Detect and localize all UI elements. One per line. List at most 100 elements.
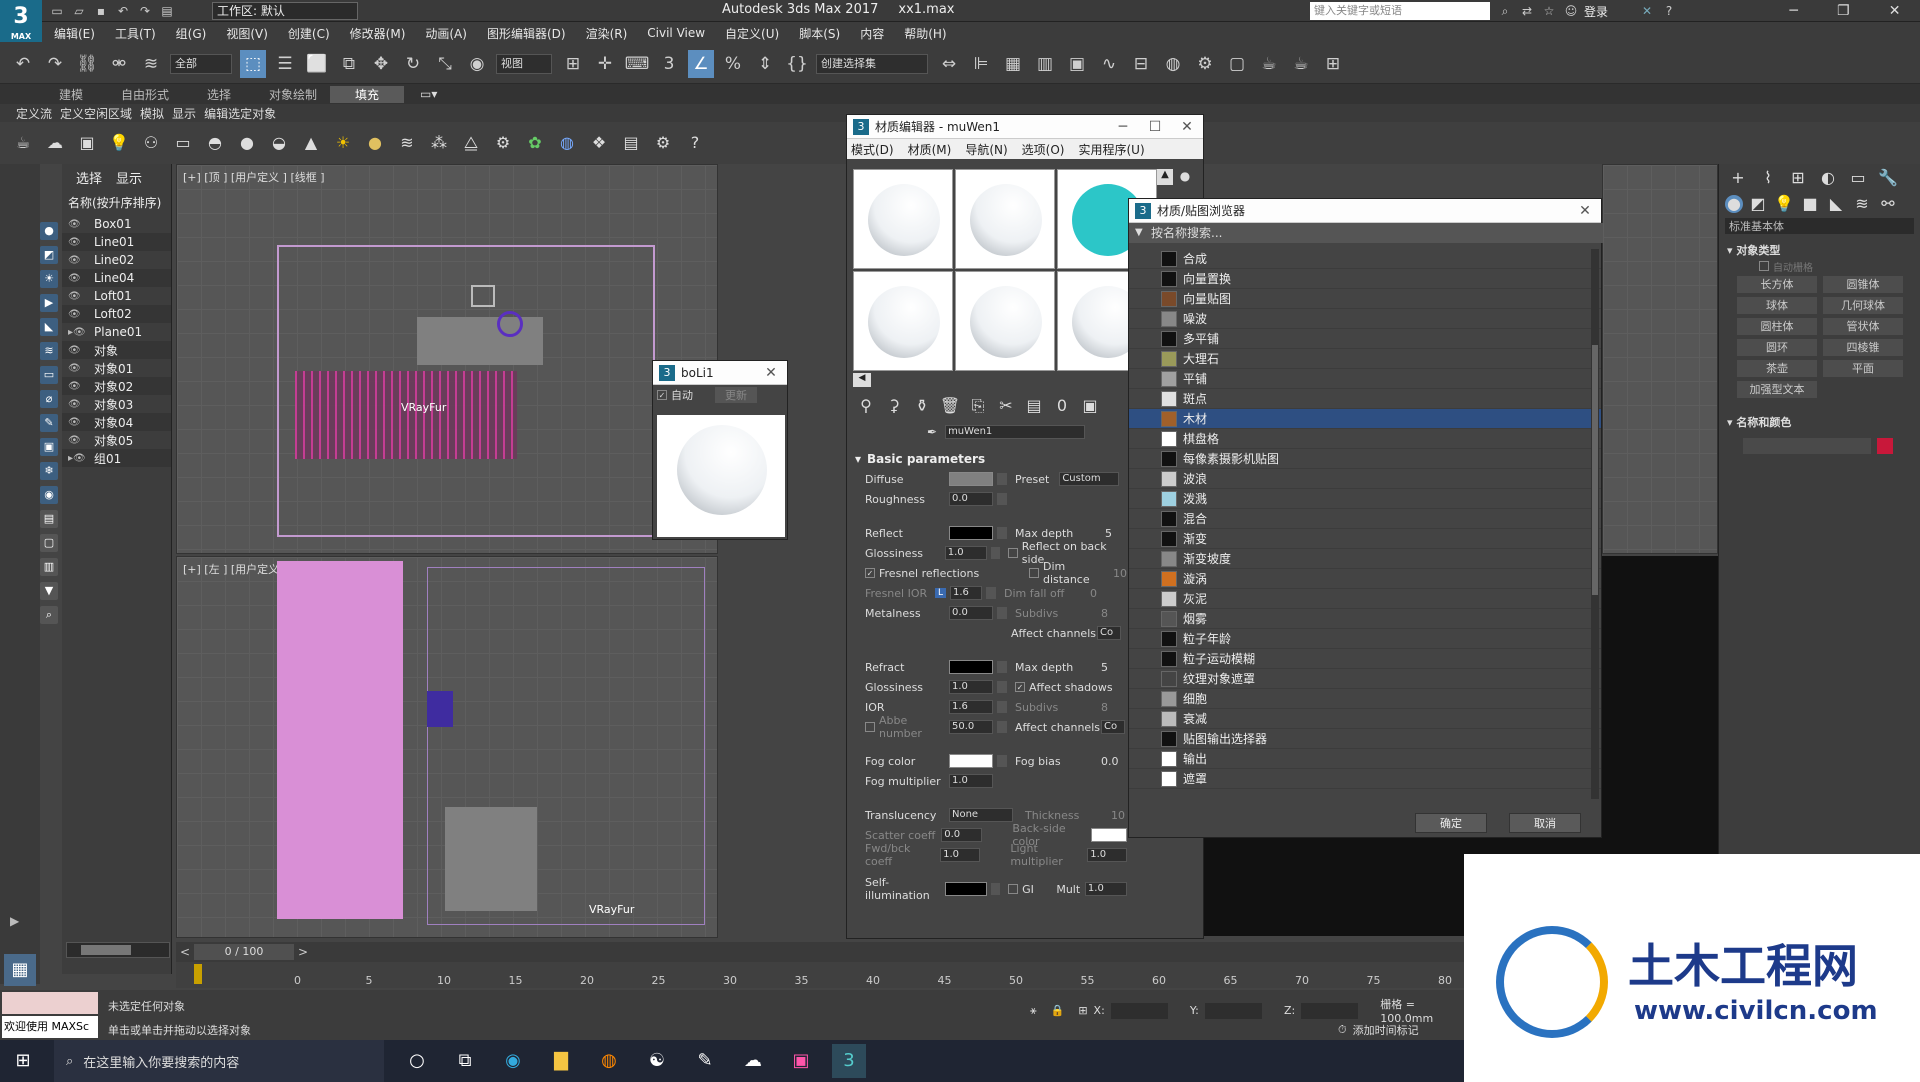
ribbon-tab-object-paint[interactable]: 对象绘制 bbox=[256, 86, 330, 103]
ok-button[interactable]: 确定 bbox=[1415, 813, 1487, 833]
window-crossing-icon[interactable]: ⧉ bbox=[336, 50, 362, 78]
display-all-icon[interactable]: ▤ bbox=[40, 510, 58, 528]
teapot-button[interactable]: 茶壶 bbox=[1737, 360, 1817, 377]
lights-category-icon[interactable]: 💡 bbox=[1773, 193, 1795, 215]
invert-icon[interactable]: ▥ bbox=[40, 558, 58, 576]
display-tab-icon[interactable]: ▭ bbox=[1847, 167, 1869, 189]
ribbon-tab-modeling[interactable]: 建模 bbox=[34, 86, 108, 103]
list-item[interactable]: 遮罩 bbox=[1129, 769, 1601, 789]
maximize-icon[interactable]: ❐ bbox=[1837, 3, 1850, 19]
eye-icon[interactable]: 👁 bbox=[68, 237, 94, 248]
maximize-icon[interactable]: ☐ bbox=[1139, 119, 1171, 135]
eye-icon[interactable]: 👁 bbox=[68, 363, 94, 374]
prev-frame-icon[interactable]: < bbox=[176, 945, 194, 959]
minimize-icon[interactable]: ─ bbox=[1107, 119, 1139, 135]
x-coordinate-field[interactable] bbox=[1110, 1002, 1168, 1019]
eye-icon[interactable]: 👁 bbox=[68, 399, 94, 410]
list-item[interactable]: 衰减 bbox=[1129, 709, 1601, 729]
timeline-track[interactable]: 0510152025303540455055606570758085 bbox=[176, 962, 1524, 988]
scene-scrollbar[interactable] bbox=[66, 942, 170, 958]
eye-icon[interactable]: 👁 bbox=[68, 417, 94, 428]
eye-icon[interactable]: 👁 bbox=[68, 291, 94, 302]
list-item[interactable]: 👁 Loft02 bbox=[62, 305, 171, 323]
refract-map-button[interactable] bbox=[997, 661, 1007, 673]
sample-slot[interactable] bbox=[853, 271, 953, 371]
maxscript-listener[interactable] bbox=[2, 992, 98, 1014]
cameras-filter-icon[interactable]: ▶ bbox=[40, 294, 58, 312]
eye-icon[interactable]: ▸👁 bbox=[68, 327, 94, 338]
section-header[interactable]: ▾ Basic parameters bbox=[847, 449, 1127, 469]
put-to-library-icon[interactable]: ▤ bbox=[1023, 395, 1045, 417]
eyedropper-icon[interactable]: ✒ bbox=[927, 425, 937, 439]
update-button[interactable]: 更新 bbox=[715, 387, 757, 403]
undo-icon[interactable]: ↶ bbox=[10, 50, 36, 78]
display-button[interactable]: 显示 bbox=[172, 105, 196, 122]
ior-map-button[interactable] bbox=[997, 701, 1007, 713]
save-icon[interactable]: ▪ bbox=[92, 3, 110, 19]
list-item[interactable]: 向量贴图 bbox=[1129, 289, 1601, 309]
align-icon[interactable]: ⊫ bbox=[968, 50, 994, 78]
spacewarps-category-icon[interactable]: ≋ bbox=[1851, 193, 1873, 215]
lights-filter-icon[interactable]: ☀ bbox=[40, 270, 58, 288]
define-idle-areas-button[interactable]: 定义空闲区域 bbox=[60, 105, 132, 122]
particles-icon[interactable]: ⁂ bbox=[428, 132, 450, 154]
list-item[interactable]: 渐变坡度 bbox=[1129, 549, 1601, 569]
redo-icon[interactable]: ↷ bbox=[42, 50, 68, 78]
self-illum-map-button[interactable] bbox=[990, 883, 1001, 895]
dim-distance-checkbox[interactable] bbox=[1029, 568, 1039, 578]
define-flows-button[interactable]: 定义流 bbox=[16, 105, 52, 122]
fresnel-checkbox[interactable]: ✓ bbox=[865, 568, 875, 578]
list-item[interactable]: 贴图输出选择器 bbox=[1129, 729, 1601, 749]
geometry-category-icon[interactable]: ● bbox=[1725, 195, 1743, 213]
add-time-tag[interactable]: 添加时间标记 bbox=[1353, 1022, 1419, 1038]
cameras-category-icon[interactable]: ■ bbox=[1799, 193, 1821, 215]
eye-icon[interactable]: 👁 bbox=[68, 435, 94, 446]
menu-rendering[interactable]: 渲染(R) bbox=[586, 25, 628, 42]
make-unique-icon[interactable]: ✂ bbox=[995, 395, 1017, 417]
ribbon-options-icon[interactable]: ▭▾ bbox=[420, 87, 437, 101]
help-icon[interactable]: ? bbox=[684, 132, 706, 154]
put-to-scene-icon[interactable]: ⚳ bbox=[883, 395, 905, 417]
object-name-input[interactable] bbox=[1743, 438, 1871, 454]
light-multiplier-field[interactable]: 1.0 bbox=[1087, 848, 1128, 862]
sphere-button[interactable]: 球体 bbox=[1737, 297, 1817, 314]
list-item[interactable]: 👁 对象04 bbox=[62, 413, 171, 431]
search-options-icon[interactable]: ▼ bbox=[1135, 227, 1143, 238]
affect-shadows-checkbox[interactable]: ✓ bbox=[1015, 682, 1025, 692]
containers-filter-icon[interactable]: ▣ bbox=[40, 438, 58, 456]
percent-snap-icon[interactable]: % bbox=[720, 50, 746, 78]
delete-icon[interactable]: 🗑 bbox=[939, 395, 961, 417]
z-coordinate-field[interactable] bbox=[1301, 1002, 1359, 1019]
plane-button[interactable]: 平面 bbox=[1823, 360, 1903, 377]
translucency-dropdown[interactable]: None bbox=[949, 808, 1013, 822]
list-item[interactable]: 大理石 bbox=[1129, 349, 1601, 369]
menu-graph-editors[interactable]: 图形编辑器(D) bbox=[487, 25, 566, 42]
max-depth-field[interactable]: 5 bbox=[1105, 527, 1112, 540]
pyramid-button[interactable]: 四棱锥 bbox=[1823, 339, 1903, 356]
fwd-bck-field[interactable]: 1.0 bbox=[940, 848, 980, 862]
motion-tab-icon[interactable]: ◐ bbox=[1817, 167, 1839, 189]
fog-multiplier-field[interactable]: 1.0 bbox=[949, 774, 993, 788]
close-icon[interactable]: ✕ bbox=[1569, 203, 1601, 219]
cloud-icon[interactable]: ☁ bbox=[44, 132, 66, 154]
material-id-icon[interactable]: 0 bbox=[1051, 395, 1073, 417]
reference-coordinate-dropdown[interactable]: 视图 bbox=[496, 53, 552, 74]
helpers-filter-icon[interactable]: ◣ bbox=[40, 318, 58, 336]
login-link[interactable]: 登录 bbox=[1584, 3, 1608, 20]
place-icon[interactable]: ◉ bbox=[464, 50, 490, 78]
menu-animation[interactable]: 动画(A) bbox=[425, 25, 467, 42]
menu-help[interactable]: 帮助(H) bbox=[904, 25, 946, 42]
edit-named-selection-icon[interactable]: {} bbox=[784, 50, 810, 78]
select-by-name-icon[interactable]: ☰ bbox=[272, 50, 298, 78]
sample-slot[interactable] bbox=[955, 169, 1055, 269]
scrollbar-thumb[interactable] bbox=[1592, 345, 1598, 595]
affect-channels-dropdown[interactable]: Co bbox=[1097, 626, 1121, 640]
dome-icon[interactable]: ◓ bbox=[204, 132, 226, 154]
fog-color-swatch[interactable] bbox=[949, 754, 993, 768]
groups-filter-icon[interactable]: ▭ bbox=[40, 366, 58, 384]
menu-material[interactable]: 材质(M) bbox=[908, 141, 952, 158]
file-explorer-icon[interactable]: ▇ bbox=[544, 1044, 578, 1078]
menu-modes[interactable]: 模式(D) bbox=[851, 141, 894, 158]
edit-selected-button[interactable]: 编辑选定对象 bbox=[204, 105, 276, 122]
fresnel-ior-field[interactable]: 1.6 bbox=[950, 586, 983, 600]
